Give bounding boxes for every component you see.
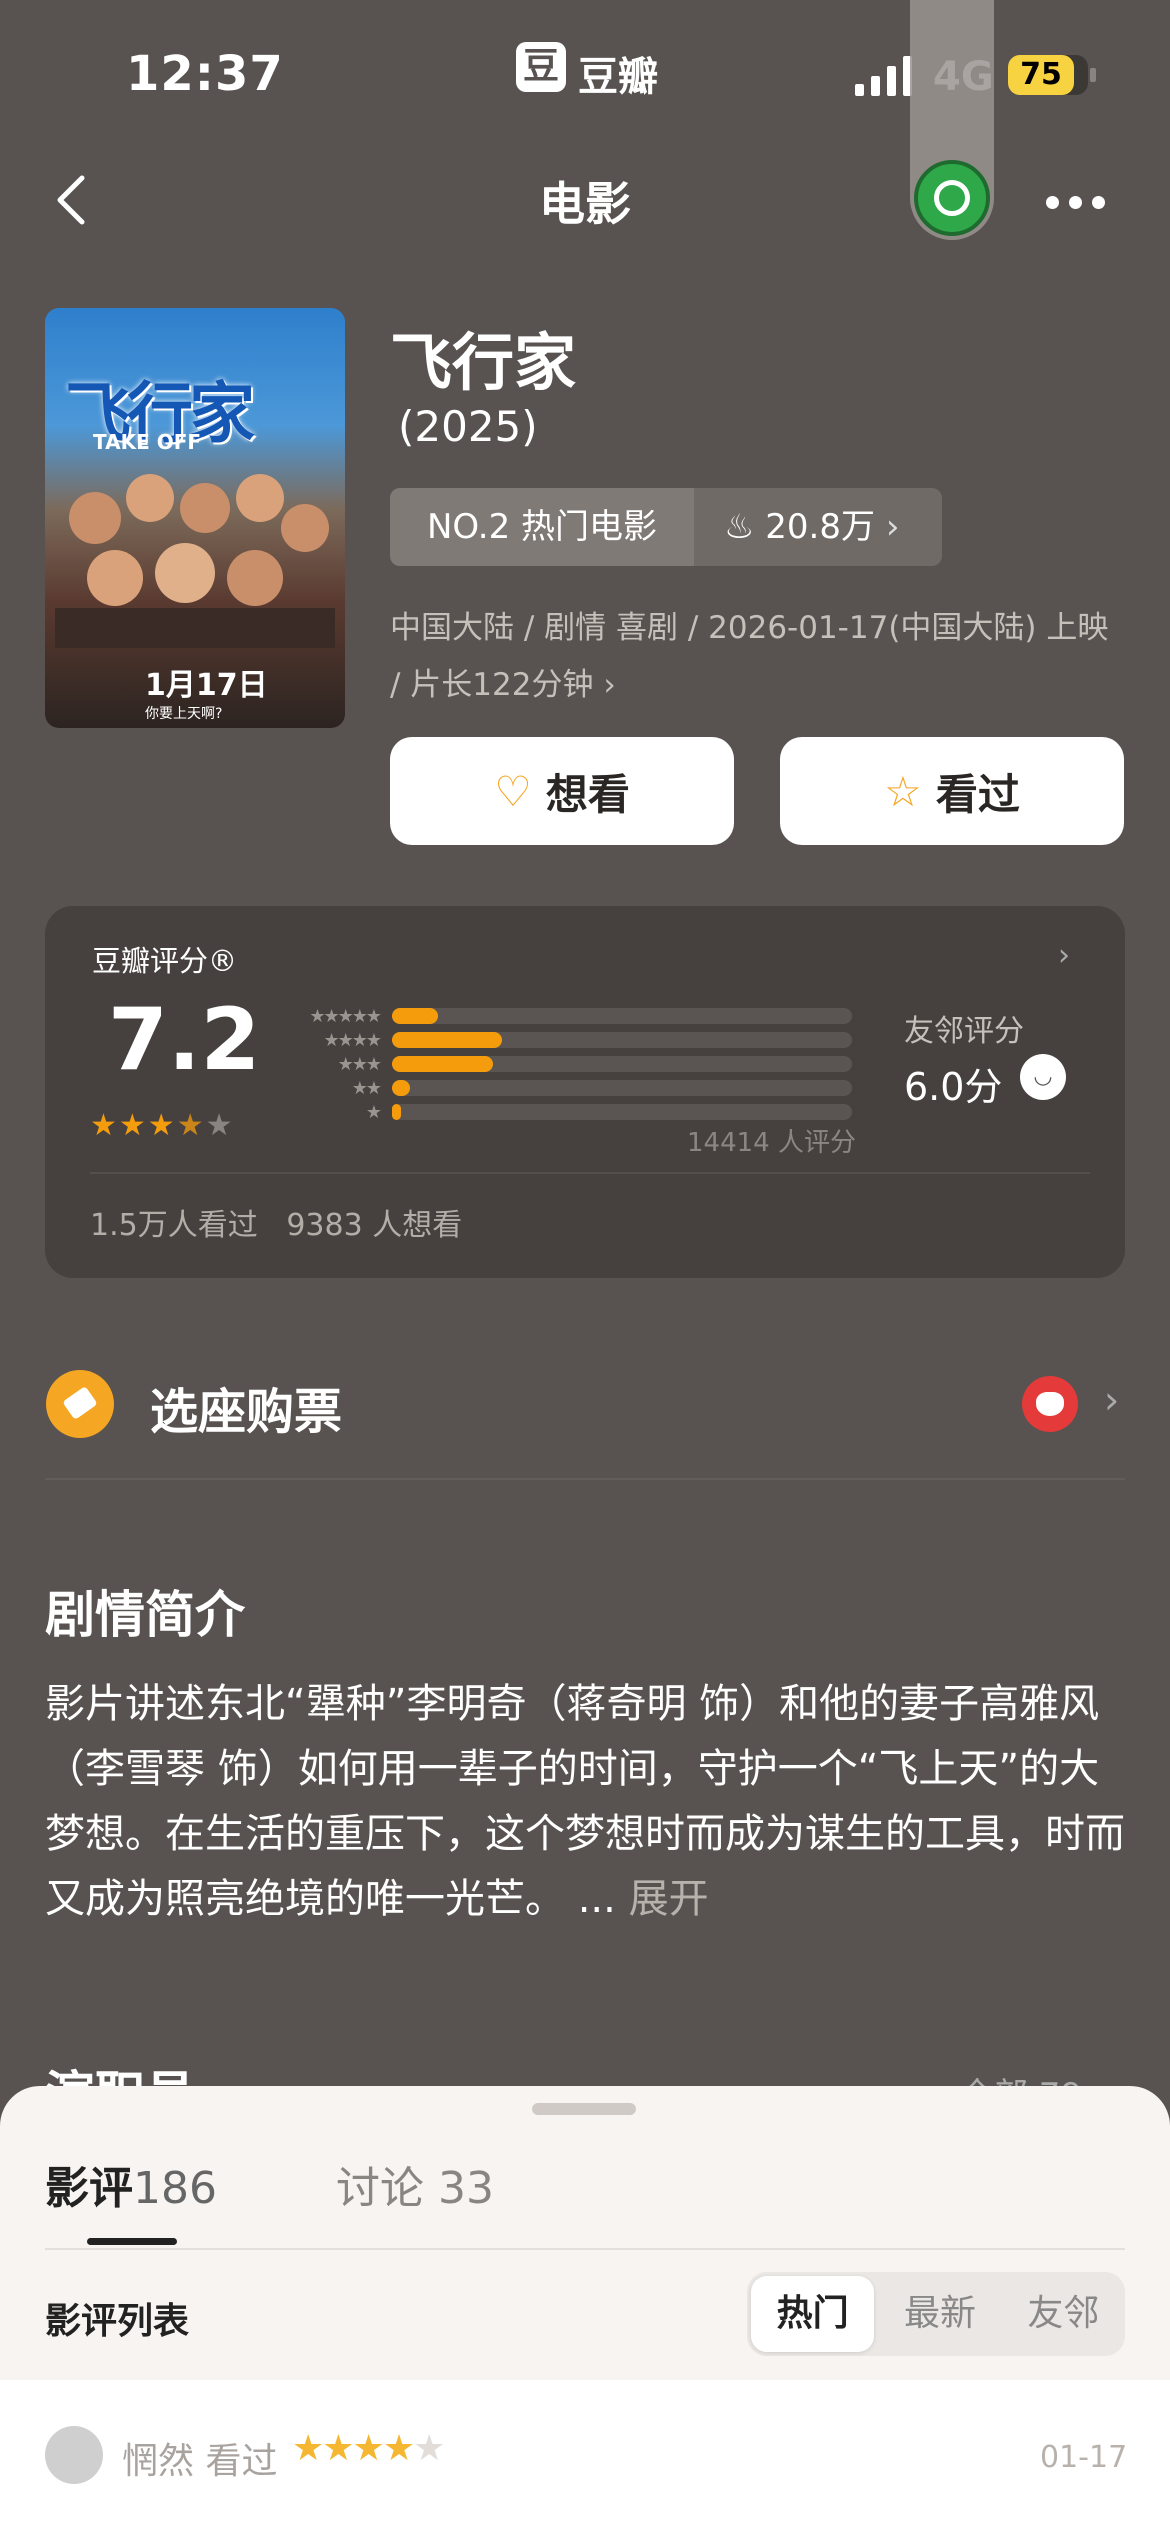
status-app-name: 豆瓣: [578, 54, 658, 100]
bar-star-label: ★★★★: [323, 1029, 382, 1051]
chevron-right-icon: ›: [603, 667, 616, 703]
bar-track: [392, 1104, 852, 1120]
status-time: 12:37: [126, 46, 284, 102]
bar-track: [392, 1056, 852, 1072]
flame-icon: ♨: [724, 507, 755, 547]
bar-track: [392, 1032, 852, 1048]
watched-button[interactable]: ☆ 看过: [780, 737, 1124, 845]
chevron-right-icon: ›: [885, 507, 900, 547]
watched-label: 看过: [935, 769, 1020, 819]
signal-icon: [855, 56, 912, 96]
neighbor-rating-score: 6.0分: [904, 1065, 1003, 1109]
douban-score: 7.2: [108, 990, 261, 1090]
battery-icon: 75: [1008, 55, 1096, 95]
divider: [90, 1172, 1090, 1174]
synopsis-body: 影片讲述东北“犟种”李明奇（蒋奇明 饰）和他的妻子高雅风（李雪琴 饰）如何用一辈…: [45, 1681, 1125, 1922]
sort-friends[interactable]: 友邻: [1002, 2272, 1125, 2356]
heat-value: 20.8万: [765, 507, 875, 547]
score-stars: ★★★★★: [90, 1108, 235, 1143]
avatar[interactable]: [45, 2426, 103, 2484]
ticket-icon: [46, 1370, 114, 1438]
chevron-right-icon[interactable]: ›: [1104, 1378, 1119, 1422]
maoyan-cat-icon: [1022, 1376, 1078, 1432]
bar-fill: [392, 1104, 402, 1120]
movie-meta[interactable]: 中国大陆 / 剧情 喜剧 / 2026-01-17(中国大陆) 上映 / 片长1…: [390, 600, 1110, 714]
review-username: 惘然: [122, 2441, 195, 2482]
review-action: 看过: [205, 2441, 278, 2482]
divider: [45, 2248, 1125, 2250]
bar-fill: [392, 1008, 438, 1024]
synopsis-heading: 剧情简介: [45, 1586, 245, 1644]
sort-latest[interactable]: 最新: [878, 2272, 1001, 2356]
bar-fill: [392, 1080, 411, 1096]
poster-subtitle: TAKE OFF: [93, 430, 202, 454]
tab-reviews-count: 186: [133, 2163, 217, 2214]
review-list-label: 影评列表: [45, 2301, 190, 2342]
bar-fill: [392, 1056, 494, 1072]
movie-poster[interactable]: 飞行家 TAKE OFF 1月17日 你要上天啊?: [45, 308, 345, 728]
poster-tagline: 你要上天啊?: [145, 706, 223, 722]
rating-count: 14414 人评分: [687, 1128, 856, 1158]
review-filled-stars: ★★★★: [292, 2428, 415, 2469]
synopsis-text: 影片讲述东北“犟种”李明奇（蒋奇明 饰）和他的妻子高雅风（李雪琴 饰）如何用一辈…: [45, 1672, 1125, 1932]
tab-underline: [87, 2238, 177, 2245]
rating-distribution: ★★★★★ ★★★★ ★★★ ★★ ★: [280, 1004, 860, 1124]
buy-tickets-label[interactable]: 选座购票: [150, 1372, 342, 1442]
want-to-watch-button[interactable]: ♡ 想看: [390, 737, 734, 845]
battery-level: 75: [1020, 57, 1062, 92]
bar-star-label: ★★: [351, 1077, 382, 1099]
poster-release-date: 1月17日: [145, 668, 268, 703]
douban-logo-icon: 豆: [516, 42, 566, 92]
smiley-icon: ◡: [1020, 1054, 1066, 1100]
rating-bar-1-star: ★: [280, 1100, 860, 1124]
bar-fill: [392, 1032, 503, 1048]
movie-meta-text: 中国大陆 / 剧情 喜剧 / 2026-01-17(中国大陆) 上映 / 片长1…: [390, 610, 1109, 703]
expand-link[interactable]: 展开: [629, 1876, 709, 1922]
more-icon[interactable]: [1046, 194, 1115, 213]
star-outline-icon: ☆: [884, 766, 922, 816]
chevron-right-icon[interactable]: ›: [1058, 938, 1070, 973]
rating-bar-3-star: ★★★: [280, 1052, 860, 1076]
bar-track: [392, 1008, 852, 1024]
divider: [45, 1478, 1125, 1480]
rating-card-title: 豆瓣评分®: [92, 944, 238, 978]
tab-reviews-label: 影评: [45, 2163, 133, 2214]
movie-year: (2025): [398, 402, 538, 451]
neighbor-rating-label: 友邻评分: [904, 1014, 1024, 1049]
review-empty-star: ★: [413, 2428, 445, 2469]
heat-count: ♨ 20.8万 ›: [694, 488, 942, 566]
tab-discussions[interactable]: 讨论 33: [336, 2152, 494, 2216]
watch-stats: 1.5万人看过 9383 人想看: [90, 1208, 463, 1243]
page-title: 电影: [539, 177, 631, 231]
review-sort-segment: 热门 最新 友邻: [747, 2272, 1125, 2356]
sort-hot[interactable]: 热门: [751, 2276, 875, 2352]
rating-bar-5-star: ★★★★★: [280, 1004, 860, 1028]
bar-star-label: ★★★★★: [309, 1005, 382, 1027]
bar-star-label: ★: [365, 1101, 382, 1123]
bar-track: [392, 1080, 852, 1096]
want-to-watch-label: 想看: [545, 769, 630, 819]
poster-cast-illustration: [55, 474, 335, 648]
review-stars: ★★★★★: [292, 2428, 445, 2469]
sheet-drag-handle[interactable]: [532, 2103, 636, 2115]
rating-bar-4-star: ★★★★: [280, 1028, 860, 1052]
bar-star-label: ★★★: [337, 1053, 382, 1075]
rating-bar-2-star: ★★: [280, 1076, 860, 1100]
review-user: 惘然 看过: [122, 2432, 277, 2484]
movie-title: 飞行家: [390, 326, 577, 399]
rank-badge[interactable]: NO.2 热门电影 ♨ 20.8万 ›: [390, 488, 942, 566]
heart-plus-icon: ♡: [494, 766, 532, 816]
rank-label: NO.2 热门电影: [390, 488, 694, 566]
review-date: 01-17: [1040, 2440, 1128, 2475]
tab-reviews[interactable]: 影评186: [45, 2152, 217, 2216]
